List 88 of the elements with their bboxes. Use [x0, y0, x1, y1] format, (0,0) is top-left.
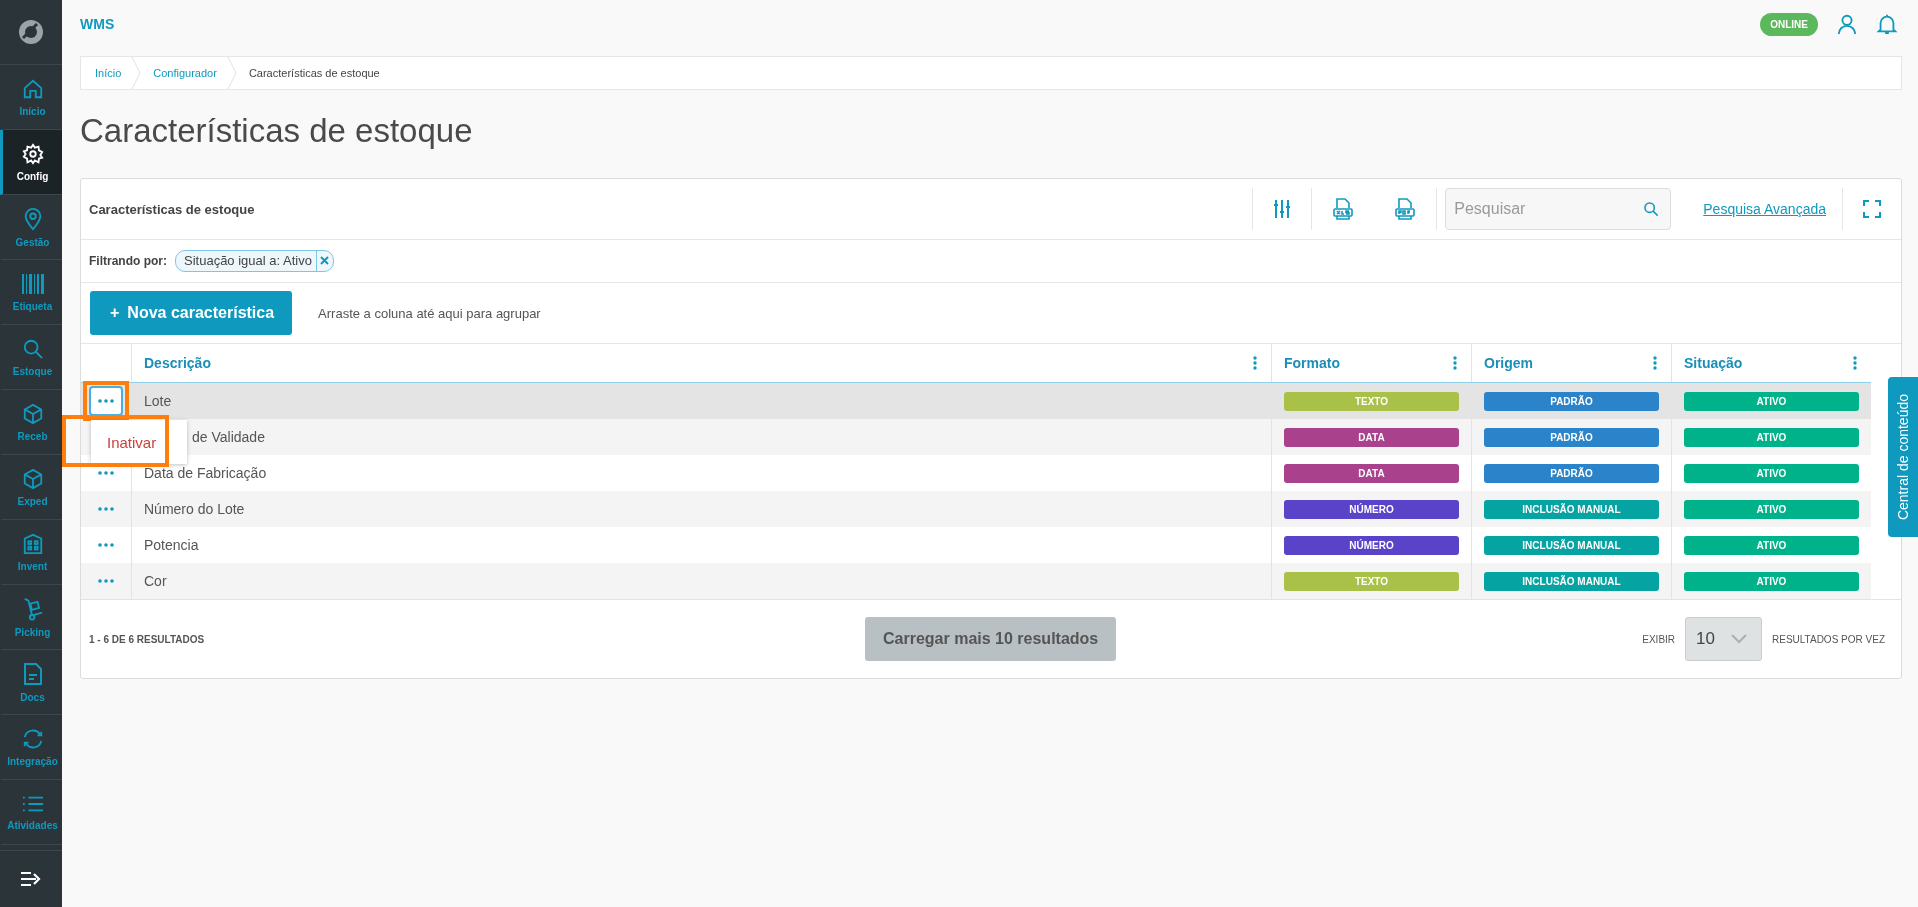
status-tag: ATIVO [1684, 499, 1859, 519]
more-icon[interactable] [1453, 356, 1457, 370]
status-tag: ATIVO [1684, 391, 1859, 411]
more-icon[interactable] [1653, 356, 1657, 370]
chevron-down-icon [1731, 634, 1747, 644]
table-cell: Data de Fabricação [144, 465, 267, 481]
results-count: 1 - 6 DE 6 RESULTADOS [89, 633, 206, 645]
new-characteristic-button[interactable]: + Nova característica [90, 291, 293, 335]
nav-item[interactable]: Picking [0, 585, 62, 650]
column-header[interactable]: Situação [1671, 344, 1871, 382]
table-cell: Lote [144, 393, 172, 409]
row-menu-button[interactable] [89, 386, 123, 416]
more-icon [98, 399, 114, 403]
document-icon [22, 661, 43, 686]
nav-item[interactable]: Estoque [0, 325, 62, 390]
search-field[interactable]: Pesquisar [1445, 188, 1672, 230]
column-header[interactable]: Descrição [132, 344, 1271, 382]
table-cell: de Validade [192, 429, 265, 445]
table-cell: Número do Lote [144, 501, 245, 517]
status-tag: NÚMERO [1284, 499, 1459, 519]
home-icon [21, 77, 44, 100]
nav-item[interactable]: Etiqueta [0, 260, 62, 325]
box-icon [21, 402, 44, 425]
search-icon[interactable] [1643, 201, 1660, 217]
barcode-icon [20, 272, 45, 295]
page-title: Características de estoque [80, 112, 474, 150]
nav-item[interactable]: Receb [0, 390, 62, 455]
status-tag: PADRÃO [1484, 391, 1659, 411]
menu-item[interactable]: Inativar [107, 433, 157, 451]
app-name: WMS [80, 16, 115, 32]
status-tag: TEXTO [1284, 571, 1459, 591]
bell-icon[interactable] [1876, 13, 1898, 35]
more-icon [98, 543, 114, 547]
status-badge: ONLINE [1760, 12, 1818, 36]
table-row[interactable]: Lote TEXTO PADRÃO ATIVO [81, 383, 1871, 419]
show-label: EXIBIR [1642, 633, 1676, 645]
column-header[interactable]: Origem [1471, 344, 1671, 382]
per-page-label: RESULTADOS POR VEZ [1772, 633, 1885, 645]
more-icon [98, 507, 114, 511]
filter-label: Filtrando por: [89, 254, 167, 268]
table-row[interactable]: Cor TEXTO INCLUSÃO MANUAL ATIVO [81, 563, 1871, 599]
breadcrumb-current: Características de estoque [247, 67, 381, 79]
gear-icon [21, 142, 44, 165]
status-tag: PADRÃO [1484, 427, 1659, 447]
more-icon[interactable] [1853, 356, 1857, 370]
logo-icon [17, 18, 45, 46]
advanced-search-link[interactable]: Pesquisa Avançada [1703, 201, 1826, 217]
status-tag: ATIVO [1684, 535, 1859, 555]
status-tag: TEXTO [1284, 391, 1459, 411]
more-icon [98, 471, 114, 475]
status-tag: INCLUSÃO MANUAL [1484, 571, 1659, 591]
nav-item[interactable]: Docs [0, 650, 62, 715]
status-tag: ATIVO [1684, 463, 1859, 483]
status-tag: ATIVO [1684, 427, 1859, 447]
sliders-icon[interactable] [1273, 199, 1292, 219]
search-icon [21, 337, 44, 360]
nav-item[interactable]: Config [0, 130, 62, 195]
status-tag: PADRÃO [1484, 463, 1659, 483]
group-hint: Arraste a coluna até aqui para agrupar [318, 305, 541, 321]
more-icon[interactable] [1253, 356, 1257, 370]
breadcrumb-link[interactable]: Início [89, 67, 132, 79]
nav-item[interactable]: Gestão [0, 195, 62, 260]
page-size-select[interactable]: 10 [1685, 617, 1762, 661]
more-icon [98, 579, 114, 583]
table-row[interactable]: Número do Lote NÚMERO INCLUSÃO MANUAL ATIVO [81, 491, 1871, 527]
nav-item[interactable]: Atividades [0, 780, 62, 845]
status-tag: NÚMERO [1284, 535, 1459, 555]
nav-item[interactable]: Exped [0, 455, 62, 520]
nav-item[interactable]: Integração [0, 715, 62, 780]
column-header[interactable]: Formato [1271, 344, 1471, 382]
fullscreen-icon[interactable] [1863, 200, 1881, 218]
card-title: Características de estoque [89, 201, 255, 217]
nav-item[interactable]: Invent [0, 520, 62, 585]
building-icon [21, 532, 44, 555]
status-tag: ATIVO [1684, 571, 1859, 591]
filter-text: Situação igual a: Ativo [184, 251, 317, 271]
box-icon [21, 467, 44, 490]
breadcrumb-link[interactable]: Configurador [147, 67, 227, 79]
status-tag: INCLUSÃO MANUAL [1484, 535, 1659, 555]
status-tag: DATA [1284, 463, 1459, 483]
hand-truck-icon [21, 596, 44, 621]
user-icon[interactable] [1836, 13, 1858, 35]
status-tag: INCLUSÃO MANUAL [1484, 499, 1659, 519]
table-cell: Cor [144, 573, 167, 589]
collapse-menu-icon[interactable] [20, 870, 42, 888]
table-cell: Potencia [144, 537, 199, 553]
side-tab[interactable]: Central de conteúdo [1888, 377, 1918, 537]
status-tag: DATA [1284, 427, 1459, 447]
